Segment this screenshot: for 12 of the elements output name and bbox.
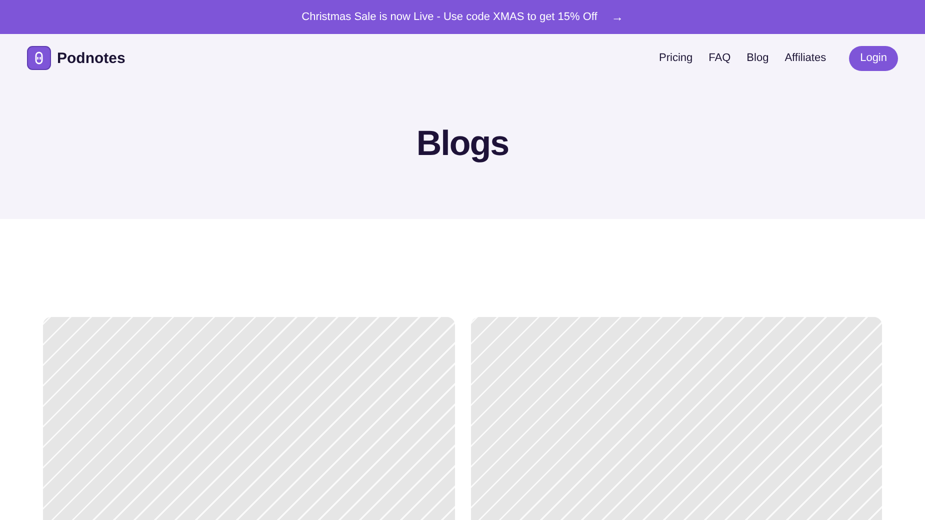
- image-placeholder[interactable]: [470, 317, 882, 520]
- nav-link[interactable]: Affiliates: [784, 52, 826, 64]
- image-placeholder[interactable]: [43, 317, 454, 520]
- logo-icon[interactable]: [27, 46, 51, 70]
- promo-link[interactable]: Christmas Sale is now Live - Use code XMAS to get 15% Off: [302, 11, 598, 23]
- nav-link[interactable]: Blog: [746, 52, 769, 64]
- page-title: Blogs: [415, 124, 510, 164]
- nav-link[interactable]: FAQ: [708, 52, 731, 64]
- nav-link[interactable]: Pricing: [659, 52, 693, 64]
- login-button[interactable]: Login: [849, 46, 898, 70]
- arrow-icon[interactable]: →: [611, 10, 624, 24]
- brand-name[interactable]: Podnotes: [57, 50, 126, 66]
